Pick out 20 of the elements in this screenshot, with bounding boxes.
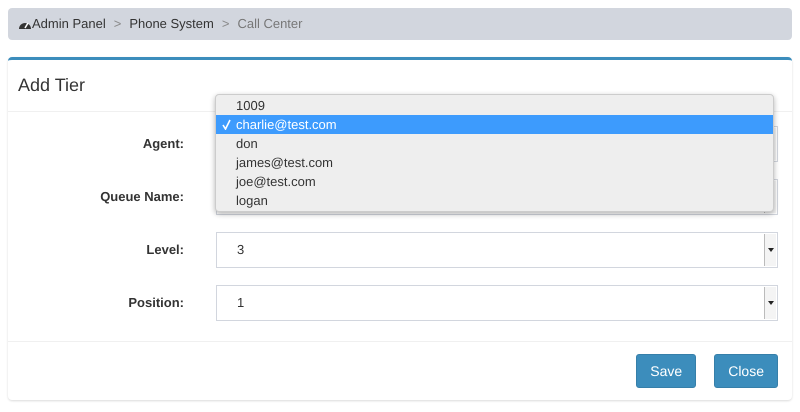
separator-text: > xyxy=(222,15,230,34)
separator-text: > xyxy=(114,15,122,34)
action-button[interactable]: Close xyxy=(714,354,778,388)
field-label: Position: xyxy=(127,294,184,312)
action-button[interactable]: Save xyxy=(636,354,696,388)
dropdown-option[interactable]: james@test.com xyxy=(216,153,773,172)
breadcrumb-item: Call Center xyxy=(237,15,302,34)
field-label: Agent: xyxy=(142,134,184,153)
field-label: Queue Name: xyxy=(99,188,184,206)
select-field[interactable]: 1 xyxy=(216,284,778,320)
breadcrumb-item[interactable]: Admin Panel xyxy=(32,14,106,34)
breadcrumb-item[interactable]: Phone System xyxy=(129,14,214,34)
select-field[interactable]: 3 xyxy=(216,232,778,268)
dropdown-option[interactable]: joe@test.com xyxy=(216,172,773,191)
select-value: 3 xyxy=(236,240,244,259)
dropdown-option[interactable]: don xyxy=(216,134,773,153)
field-label: Level: xyxy=(145,240,184,259)
dropdown-option[interactable]: 1009 xyxy=(216,96,773,115)
select-value: 1 xyxy=(236,294,244,312)
dropdown-option[interactable]: logan xyxy=(216,191,773,210)
